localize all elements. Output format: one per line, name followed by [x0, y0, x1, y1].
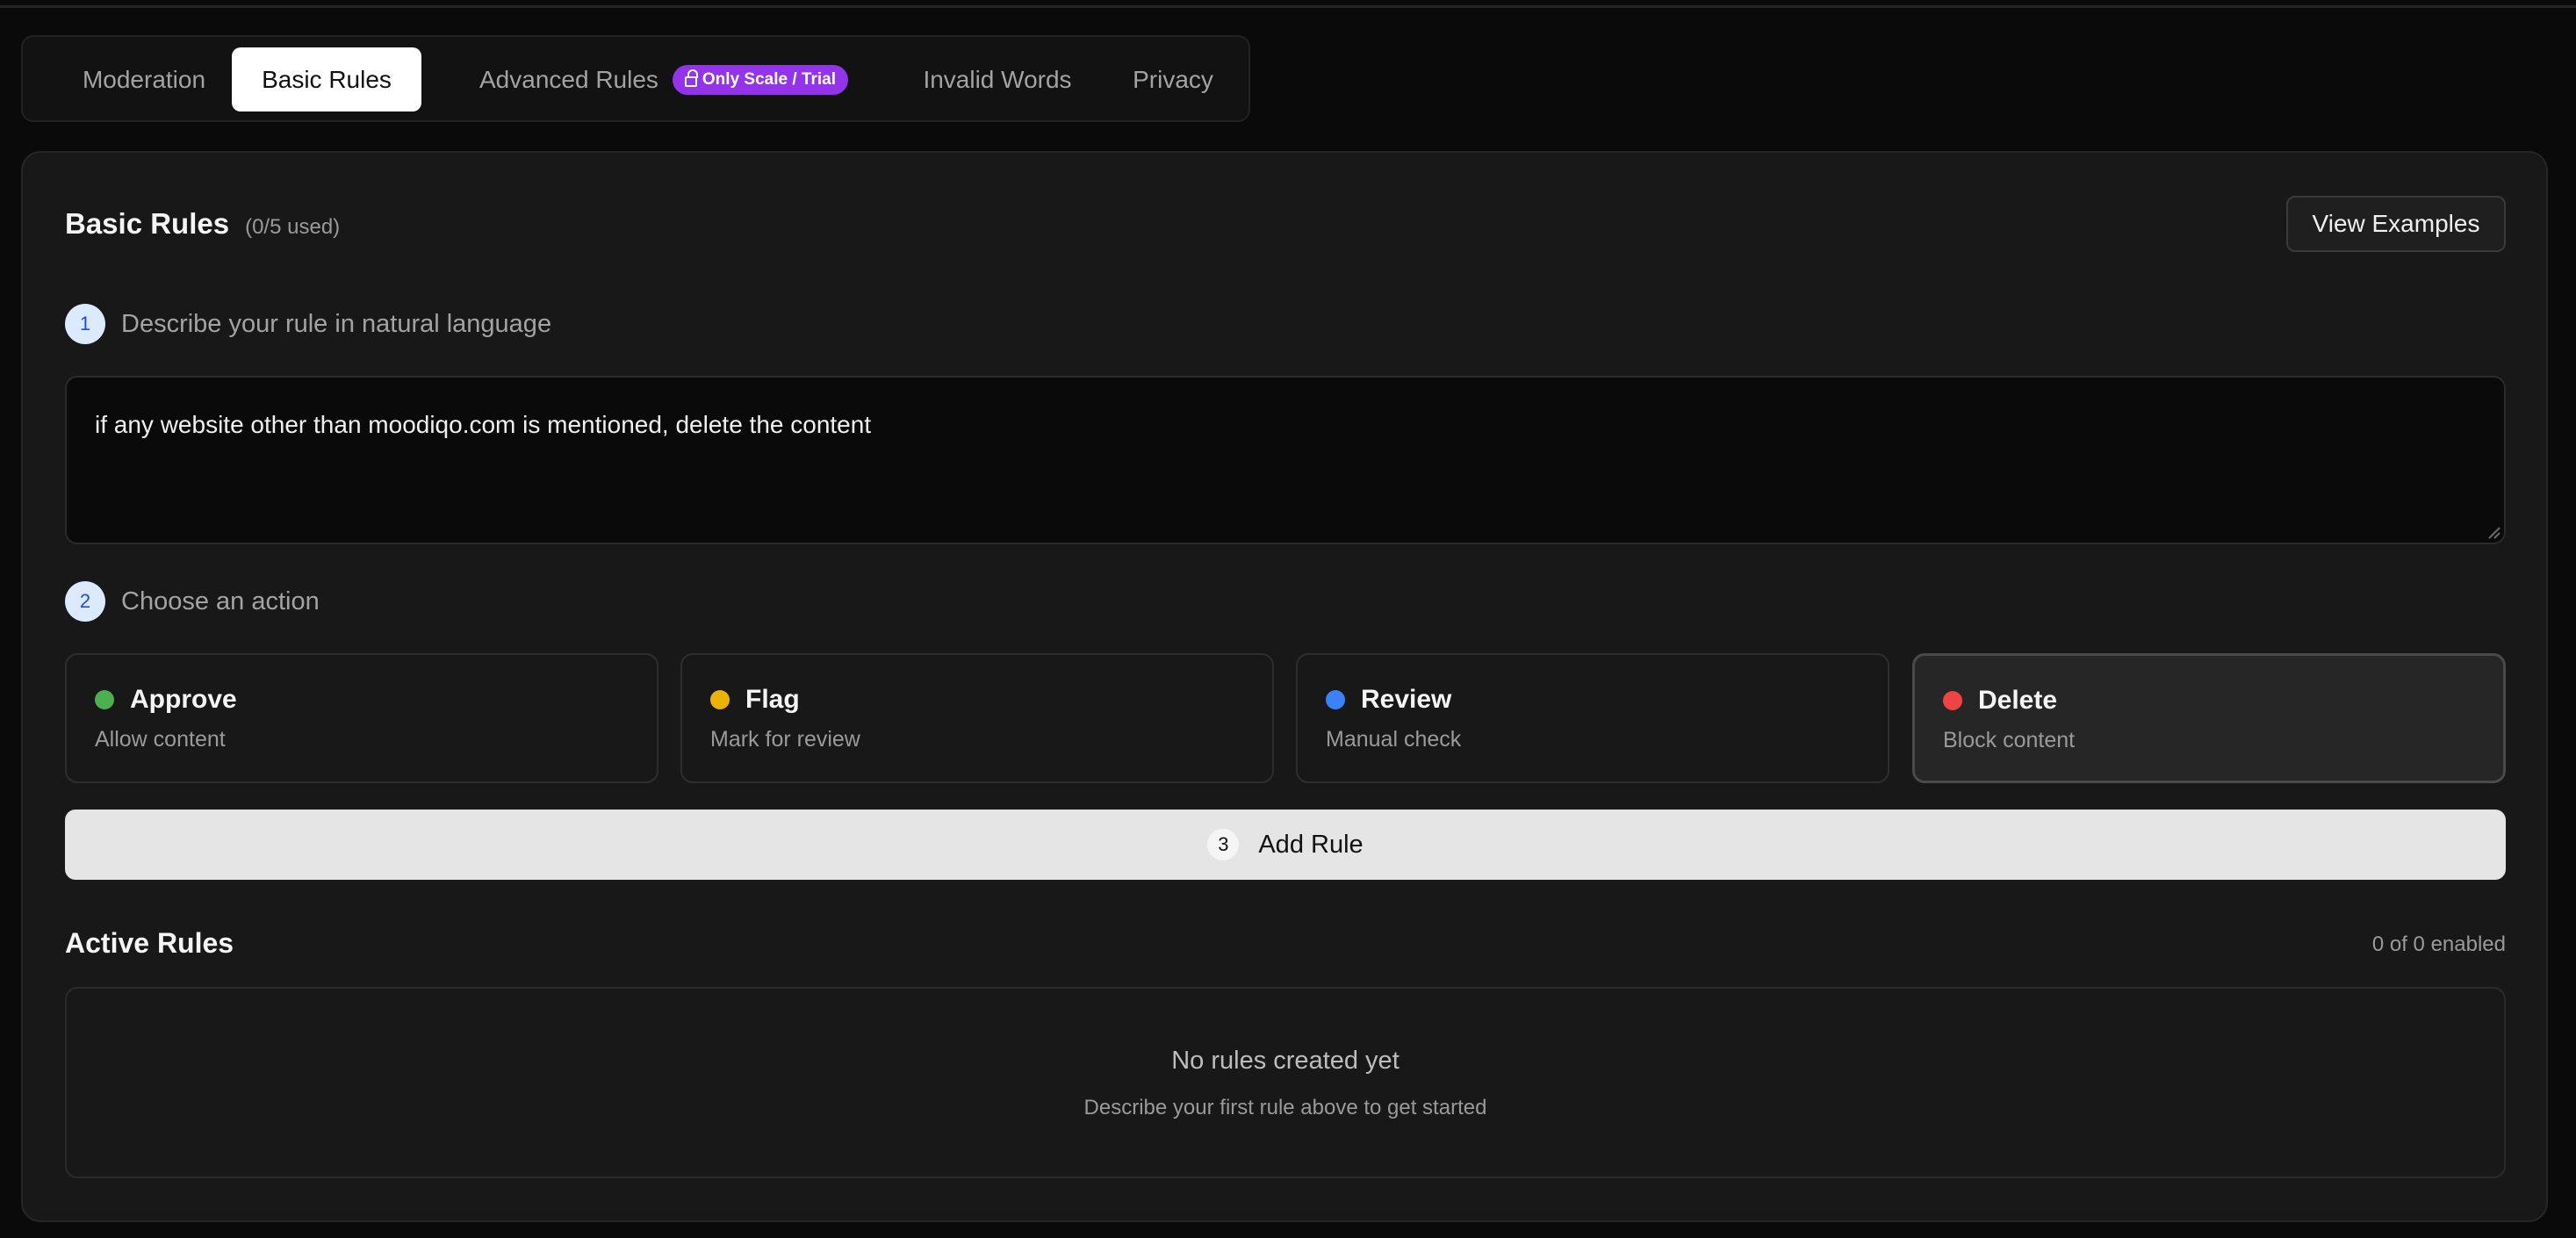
action-delete-desc: Block content	[1943, 728, 2076, 752]
tab-privacy[interactable]: Privacy	[1112, 47, 1234, 112]
plan-badge: Only Scale / Trial	[672, 64, 848, 95]
review-status-dot-icon	[1326, 690, 1345, 709]
action-approve-desc: Allow content	[95, 727, 226, 752]
action-flag-name: Flag	[745, 685, 800, 714]
action-delete-name: Delete	[1978, 686, 2058, 715]
basic-rules-panel: Basic Rules (0/5 used) View Examples 1 D…	[21, 151, 2548, 1222]
action-review[interactable]: Review Manual check	[1296, 653, 1889, 783]
active-rules-title: Active Rules	[65, 927, 234, 959]
action-delete[interactable]: Delete Block content	[1912, 653, 2506, 783]
plan-badge-label: Only Scale / Trial	[702, 69, 836, 89]
lock-icon	[684, 69, 698, 87]
flag-status-dot-icon	[710, 690, 730, 709]
add-rule-label: Add Rule	[1258, 830, 1364, 859]
action-approve-name: Approve	[130, 685, 237, 714]
tab-invalid-words[interactable]: Invalid Words	[892, 47, 1103, 112]
add-rule-button[interactable]: 3 Add Rule	[65, 810, 2506, 880]
rules-usage-count: (0/5 used)	[245, 215, 341, 239]
enabled-rules-count: 0 of 0 enabled	[2371, 932, 2506, 956]
action-review-name: Review	[1361, 685, 1452, 714]
empty-state-title: No rules created yet	[1171, 1047, 1400, 1075]
tab-advanced-rules[interactable]: Advanced Rules Only Scale / Trial	[453, 47, 874, 112]
approve-status-dot-icon	[95, 690, 114, 709]
action-approve[interactable]: Approve Allow content	[65, 653, 658, 783]
action-flag[interactable]: Flag Mark for review	[680, 653, 1274, 783]
empty-state-subtitle: Describe your first rule above to get st…	[1083, 1096, 1487, 1119]
active-rules-empty-state: No rules created yet Describe your first…	[65, 987, 2506, 1178]
tab-basic-rules[interactable]: Basic Rules	[232, 47, 421, 112]
settings-tab-bar: Moderation Basic Rules Advanced Rules On…	[21, 35, 1250, 122]
step-2: 2 Choose an action	[65, 581, 320, 622]
step-3-number: 3	[1207, 829, 1240, 860]
step-1: 1 Describe your rule in natural language	[65, 304, 551, 344]
step-1-number: 1	[65, 304, 105, 344]
panel-header: Basic Rules (0/5 used)	[65, 207, 340, 241]
step-2-number: 2	[65, 581, 105, 622]
action-flag-desc: Mark for review	[710, 727, 860, 752]
tab-advanced-rules-label: Advanced Rules	[479, 65, 658, 93]
tab-moderation[interactable]: Moderation	[42, 47, 246, 112]
step-1-label: Describe your rule in natural language	[121, 309, 552, 338]
resize-handle-icon[interactable]	[2486, 525, 2500, 539]
action-review-desc: Manual check	[1326, 727, 1462, 752]
view-examples-button[interactable]: View Examples	[2286, 196, 2506, 252]
delete-status-dot-icon	[1943, 691, 1962, 710]
rule-description-input[interactable]: if any website other than moodiqo.com is…	[65, 376, 2506, 544]
step-2-label: Choose an action	[121, 587, 320, 615]
top-divider	[0, 5, 2576, 8]
panel-title: Basic Rules	[65, 207, 230, 240]
